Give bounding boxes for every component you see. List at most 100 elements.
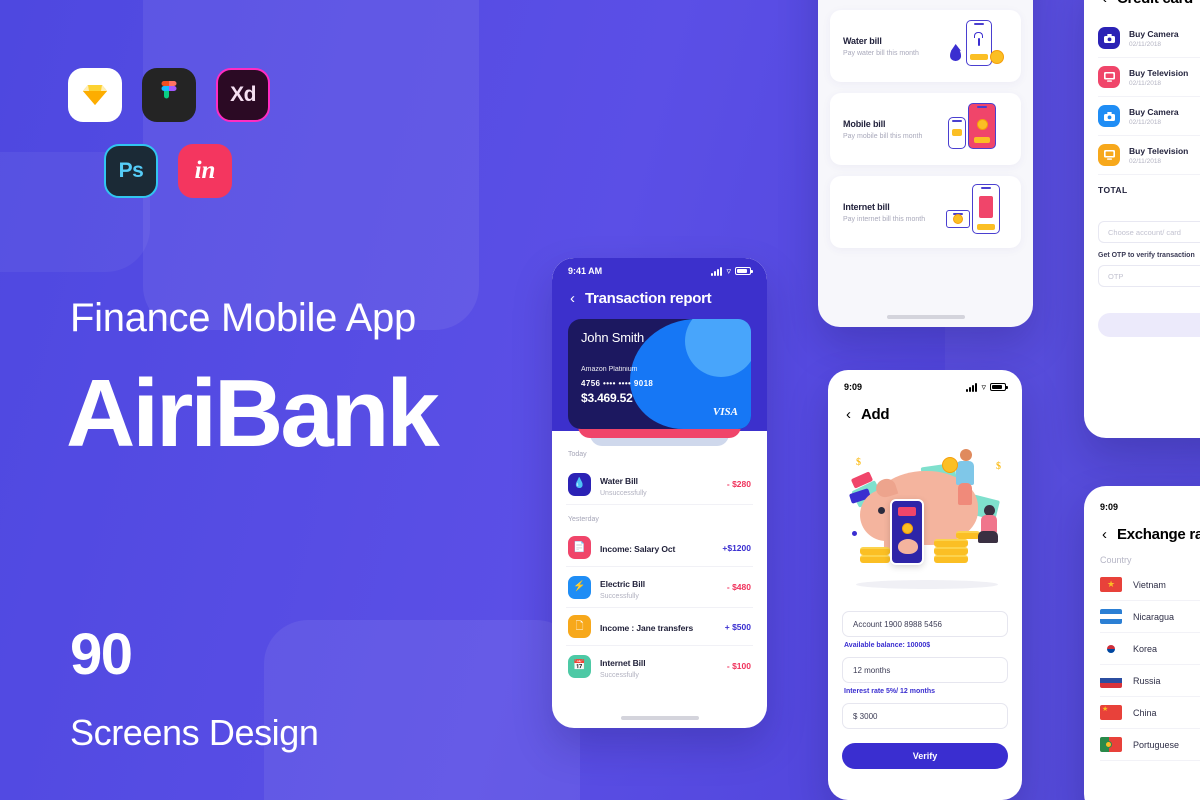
- portugal-flag-icon: [1100, 737, 1122, 752]
- transaction-list: Today 💧 Water Bill Unsuccessfully - $280…: [552, 431, 767, 686]
- list-item[interactable]: Portuguese: [1100, 729, 1200, 761]
- back-icon[interactable]: ‹: [570, 291, 575, 306]
- country-name: Russia: [1133, 675, 1161, 686]
- page-title: Credit card: [1117, 0, 1193, 7]
- list-item[interactable]: Nicaragua: [1100, 601, 1200, 633]
- hero-subtitle: Finance Mobile App: [70, 296, 416, 340]
- list-item[interactable]: Buy Camera 02/11/2018: [1098, 97, 1200, 136]
- adobe-xd-label: Xd: [230, 83, 256, 106]
- credit-card-visual[interactable]: John Smith Amazon Platinium 4756 •••• ••…: [568, 319, 751, 429]
- vietnam-flag-icon: ★: [1100, 577, 1122, 592]
- plug-icon: ⚡: [568, 575, 591, 599]
- item-title: Buy Camera: [1129, 106, 1179, 117]
- page-title: Transaction report: [585, 290, 712, 307]
- item-date: 02/11/2018: [1129, 157, 1162, 165]
- figma-icon: [142, 68, 196, 122]
- status-bar: 9:41 AM ▿: [552, 258, 767, 284]
- table-row[interactable]: 📅 Internet Bill Successfully - $100: [566, 646, 753, 686]
- hero-section: Xd Ps in Finance Mobile App AiriBank 90 …: [0, 0, 560, 800]
- term-field[interactable]: 12 months: [842, 657, 1008, 683]
- amount-field[interactable]: $ 3000: [842, 703, 1008, 729]
- water-drop-icon: 💧: [568, 472, 591, 496]
- internet-bill-illustration-icon: [946, 184, 1008, 240]
- credit-card-navbar: ‹ Credit card: [1084, 0, 1200, 19]
- status-bar: 9:09 ▿: [828, 374, 1022, 400]
- camera-icon: [1098, 27, 1120, 49]
- transaction-status: Unsuccessfully: [600, 490, 647, 497]
- table-row[interactable]: 🗋 Income : Jane transfers + $500: [566, 608, 753, 646]
- list-item[interactable]: Internet bill Pay internet bill this mon…: [830, 176, 1021, 248]
- row-text: Buy Television 02/11/2018: [1129, 146, 1188, 165]
- russia-flag-icon: [1100, 673, 1122, 688]
- photoshop-label: Ps: [118, 159, 144, 182]
- otp-field[interactable]: OTP: [1098, 265, 1200, 287]
- bills-screen: Water bill Pay water bill this month Mob…: [818, 0, 1033, 327]
- list-item[interactable]: ★ China: [1100, 697, 1200, 729]
- transaction-amount: + $500: [724, 621, 751, 632]
- status-icons: ▿: [711, 266, 753, 276]
- bills-list: Water bill Pay water bill this month Mob…: [818, 0, 1033, 248]
- transaction-amount: - $280: [726, 479, 751, 489]
- bill-subtitle: Pay water bill this month: [843, 49, 919, 57]
- card-type: Amazon Platinium: [581, 366, 638, 373]
- table-row[interactable]: 💧 Water Bill Unsuccessfully - $280: [566, 464, 753, 505]
- bill-text: Water bill Pay water bill this month: [843, 36, 946, 57]
- back-icon[interactable]: ‹: [1102, 0, 1107, 6]
- signal-icon: [711, 266, 723, 276]
- card-holder-name: John Smith: [581, 330, 645, 345]
- list-item[interactable]: Russia: [1100, 665, 1200, 697]
- transaction-title: Water Bill: [600, 476, 638, 486]
- row-text: Income : Jane transfers: [600, 618, 716, 636]
- back-icon[interactable]: ‹: [846, 407, 851, 422]
- list-item[interactable]: Buy Television 02/11/2018: [1098, 136, 1200, 175]
- bill-text: Mobile bill Pay mobile bill this month: [843, 119, 946, 140]
- row-text: Water Bill Unsuccessfully: [600, 471, 718, 497]
- transaction-report-screen: 9:41 AM ▿ ‹ Transaction report John Smit…: [552, 258, 767, 728]
- transaction-amount: - $480: [726, 582, 751, 592]
- list-item[interactable]: Water bill Pay water bill this month: [830, 10, 1021, 82]
- list-item[interactable]: Buy Camera 02/11/2018: [1098, 19, 1200, 58]
- back-icon[interactable]: ‹: [1102, 527, 1107, 542]
- row-text: Buy Television 02/11/2018: [1129, 68, 1188, 87]
- list-item[interactable]: ★ Vietnam: [1100, 569, 1200, 601]
- country-column-label: Country: [1100, 555, 1132, 565]
- item-date: 02/11/2018: [1129, 79, 1162, 87]
- nicaragua-flag-icon: [1100, 609, 1122, 624]
- television-icon: [1098, 144, 1120, 166]
- visa-logo: VISA: [712, 406, 738, 418]
- transaction-header: 9:41 AM ▿ ‹ Transaction report John Smit…: [552, 258, 767, 446]
- photoshop-icon: Ps: [104, 144, 158, 198]
- available-balance-note: Available balance: 10000$: [844, 642, 931, 649]
- battery-icon: [735, 267, 753, 275]
- screens-count: 90: [70, 622, 133, 687]
- screens-count-label: Screens Design: [70, 712, 319, 753]
- add-navbar: ‹ Add: [828, 400, 1022, 435]
- row-text: Buy Camera 02/11/2018: [1129, 29, 1179, 48]
- table-row[interactable]: ⚡ Electric Bill Successfully - $480: [566, 567, 753, 608]
- verify-button[interactable]: Verify: [842, 743, 1008, 769]
- status-bar: 9:09: [1084, 494, 1200, 520]
- signal-icon: [966, 382, 978, 392]
- row-text: Buy Camera 02/11/2018: [1129, 107, 1179, 126]
- list-item[interactable]: Buy Television 02/11/2018: [1098, 58, 1200, 97]
- country-list: ★ Vietnam Nicaragua Korea Russia ★ China…: [1084, 569, 1200, 761]
- choose-account-field[interactable]: Choose account/ card: [1098, 221, 1200, 243]
- list-item[interactable]: Korea: [1100, 633, 1200, 665]
- credit-card-screen: ‹ Credit card Buy Camera 02/11/2018 Buy …: [1084, 0, 1200, 438]
- credit-card-transaction-list: Buy Camera 02/11/2018 Buy Television 02/…: [1084, 19, 1200, 175]
- table-row[interactable]: 📄 Income: Salary Oct +$1200: [566, 529, 753, 567]
- term-value: 12 months: [853, 665, 891, 675]
- pay-button[interactable]: Pay: [1098, 313, 1200, 337]
- bill-title: Water bill: [843, 35, 882, 46]
- wifi-icon: ▿: [981, 381, 986, 392]
- transaction-title: Income: Salary Oct: [600, 543, 676, 554]
- status-icons: ▿: [966, 381, 1008, 392]
- otp-label: Get OTP to verify transaction: [1098, 252, 1195, 259]
- account-field[interactable]: Account 1900 8988 5456: [842, 611, 1008, 637]
- group-label-today: Today: [568, 451, 587, 458]
- list-item[interactable]: Mobile bill Pay mobile bill this month: [830, 93, 1021, 165]
- sketch-icon: [68, 68, 122, 122]
- document-icon: 🗋: [568, 615, 591, 638]
- transaction-title: Internet Bill: [600, 658, 646, 668]
- home-indicator: [886, 315, 965, 319]
